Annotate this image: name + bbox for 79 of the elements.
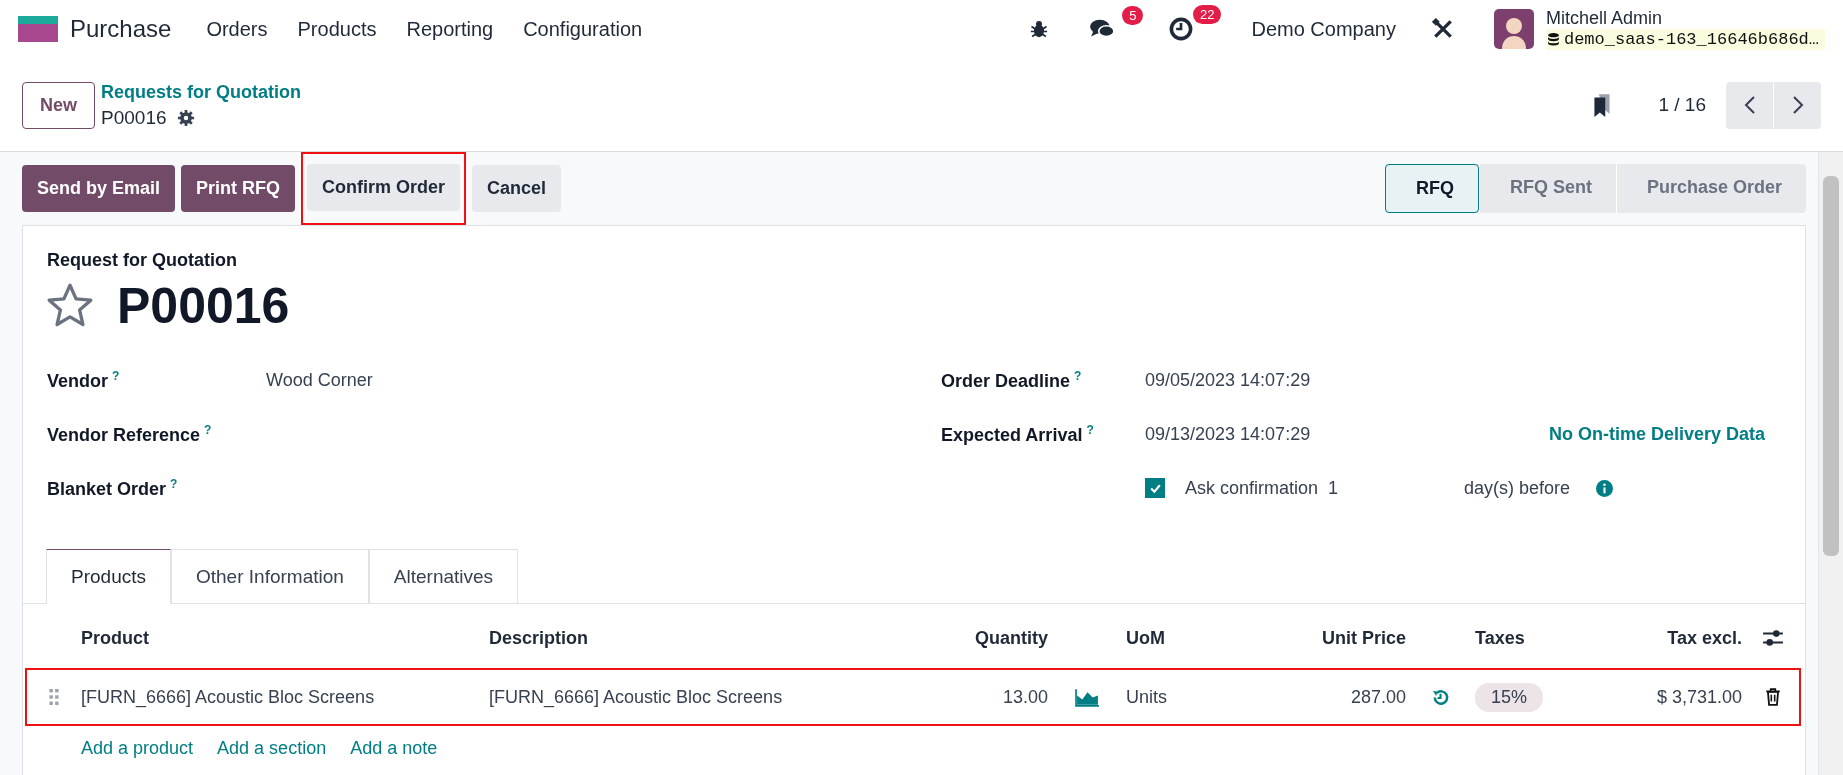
action-button[interactable]: Cancel xyxy=(472,165,562,212)
checkbox[interactable] xyxy=(1145,478,1165,498)
chat-icon[interactable] xyxy=(1089,18,1116,40)
area-chart-icon[interactable] xyxy=(1074,687,1100,707)
status-stage[interactable]: Purchase Order xyxy=(1615,164,1806,213)
info-icon[interactable] xyxy=(1596,479,1614,497)
record-type-label: Request for Quotation xyxy=(47,250,237,270)
breadcrumb-link[interactable]: Requests for Quotation xyxy=(101,81,302,103)
table-cell-text: 13.00 xyxy=(1001,686,1048,708)
help-tooltip[interactable]: ? xyxy=(170,477,178,491)
days-suffix: day(s) before xyxy=(1464,477,1571,499)
history-icon[interactable] xyxy=(1431,687,1450,707)
next-button[interactable] xyxy=(1774,81,1821,129)
record-name: P00016 xyxy=(101,106,167,129)
column-header[interactable]: UoM xyxy=(1126,627,1273,649)
drag-handle-icon[interactable] xyxy=(49,689,59,705)
clock-icon[interactable] xyxy=(1169,17,1194,41)
checkbox-label: Ask confirmation xyxy=(1185,477,1319,499)
menu-item[interactable]: Configuration xyxy=(523,17,643,41)
app-name[interactable]: Purchase xyxy=(70,15,172,43)
settings-icon[interactable] xyxy=(176,108,195,127)
scrollbar-thumb[interactable] xyxy=(1823,176,1839,556)
delete-icon[interactable] xyxy=(1764,688,1781,706)
menu-item[interactable]: Orders xyxy=(206,17,268,41)
table-cell-text: 287.00 xyxy=(1349,686,1406,708)
add-line-link[interactable]: Add a product xyxy=(81,738,194,759)
status-stage[interactable]: RFQ xyxy=(1384,164,1479,213)
tax-tag[interactable]: 15% xyxy=(1475,682,1544,712)
field-value[interactable]: 09/05/2023 14:07:29 xyxy=(1145,369,1311,391)
field-value[interactable]: Wood Corner xyxy=(266,369,373,391)
add-line-link[interactable]: Add a section xyxy=(217,738,327,759)
column-header[interactable]: Tax excl. xyxy=(1623,627,1742,649)
database-text: demo_saas-163_16646b686d… xyxy=(1563,30,1819,49)
user-name[interactable]: Mitchell Admin xyxy=(1545,8,1825,29)
on-time-delivery-button[interactable]: No On-time Delivery Data xyxy=(1548,423,1765,445)
field-label: Order Deadline xyxy=(941,371,1071,391)
column-settings-icon[interactable] xyxy=(1761,629,1784,647)
company-switcher[interactable]: Demo Company xyxy=(1251,17,1396,41)
table-cell-text: [FURN_6666] Acoustic Bloc Screens xyxy=(81,686,376,708)
field-label: Vendor Reference xyxy=(47,425,201,445)
notebook-tab[interactable]: Products xyxy=(46,549,171,604)
notebook-tab[interactable]: Other Information xyxy=(171,549,369,604)
action-button[interactable]: Confirm Order xyxy=(307,164,461,211)
pager-value: 1 / 16 xyxy=(1658,94,1706,116)
chevron-left-icon xyxy=(1743,95,1756,115)
field-label: Blanket Order xyxy=(47,479,167,499)
table-cell-text: Units xyxy=(1126,686,1168,708)
bug-icon[interactable] xyxy=(1029,19,1050,39)
action-button[interactable]: Print RFQ xyxy=(181,165,296,212)
help-tooltip[interactable]: ? xyxy=(1074,369,1082,383)
column-header[interactable]: Quantity xyxy=(923,627,1048,649)
table-row[interactable]: [FURN_6666] Acoustic Bloc Screens [FURN_6666] Acoustic Bloc Screens 13.00 Units 287.00 15% $ 3,731.00 xyxy=(25,668,1801,726)
column-header[interactable]: Description xyxy=(489,627,923,649)
record-title: P00016 xyxy=(117,277,290,335)
help-tooltip[interactable]: ? xyxy=(1086,423,1094,437)
action-button[interactable]: Send by Email xyxy=(22,165,176,212)
field-label: Vendor xyxy=(47,371,108,391)
previous-button[interactable] xyxy=(1726,81,1773,129)
column-header[interactable]: Product xyxy=(81,627,489,649)
database-icon xyxy=(1547,33,1559,46)
help-tooltip[interactable]: ? xyxy=(112,369,120,383)
new-button[interactable]: New xyxy=(22,81,95,129)
message-count-badge: 5 xyxy=(1122,6,1144,25)
days-input[interactable]: 1 xyxy=(1328,477,1465,499)
help-tooltip[interactable]: ? xyxy=(204,423,212,437)
avatar-icon[interactable] xyxy=(1493,9,1534,49)
menu-item[interactable]: Products xyxy=(297,17,377,41)
activity-count-badge: 22 xyxy=(1192,5,1222,24)
status-stage[interactable]: RFQ Sent xyxy=(1478,164,1616,213)
field-label: Expected Arrival xyxy=(941,425,1083,445)
column-header[interactable]: Taxes xyxy=(1475,627,1623,649)
menu-item[interactable]: Reporting xyxy=(406,17,494,41)
notebook-tab[interactable]: Alternatives xyxy=(368,549,519,604)
table-cell-text: [FURN_6666] Acoustic Bloc Screens xyxy=(489,686,784,708)
chevron-right-icon xyxy=(1791,95,1804,115)
add-line-link[interactable]: Add a note xyxy=(350,738,438,759)
column-header[interactable]: Unit Price xyxy=(1273,627,1406,649)
field-value[interactable]: 09/13/2023 14:07:29 xyxy=(1145,423,1311,445)
table-cell-text: $ 3,731.00 xyxy=(1655,686,1742,708)
